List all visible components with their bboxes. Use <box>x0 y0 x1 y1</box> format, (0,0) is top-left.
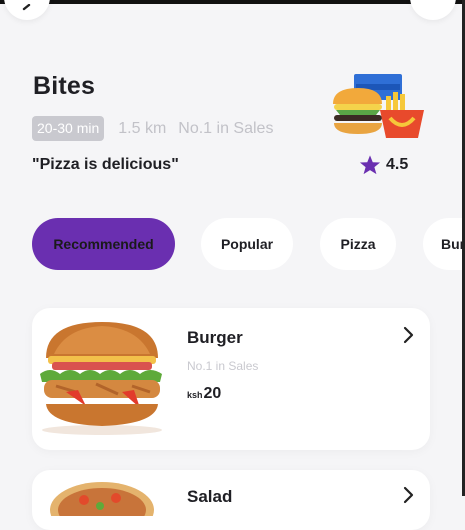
restaurant-name: Bites <box>33 72 96 100</box>
sales-rank-label: No.1 in Sales <box>178 119 274 137</box>
rating: 4.5 <box>359 154 408 176</box>
salad-image <box>50 482 154 516</box>
restaurant-quote: "Pizza is delicious" <box>32 156 179 173</box>
fast-food-logo <box>333 74 424 138</box>
item-price: ksh 20 <box>187 385 221 403</box>
item-name: Burger <box>187 328 243 347</box>
tab-burger[interactable]: Bur <box>423 218 465 270</box>
top-border <box>0 0 465 4</box>
star-icon <box>359 155 381 175</box>
delivery-time-badge: 20-30 min <box>32 116 105 141</box>
item-subtitle: No.1 in Sales <box>187 359 259 373</box>
item-name: Salad <box>187 487 233 506</box>
category-tabs: Recommended Popular Pizza Bur <box>32 218 465 274</box>
tab-recommended[interactable]: Recommended <box>32 218 175 270</box>
menu-item-card[interactable]: Burger No.1 in Sales ksh 20 <box>32 308 430 450</box>
chevron-right-icon[interactable] <box>402 326 414 344</box>
burger-image <box>40 322 162 435</box>
restaurant-meta: 20-30 min 1.5 km No.1 in Sales <box>32 116 273 141</box>
chevron-right-icon[interactable] <box>402 486 414 504</box>
rating-value: 4.5 <box>386 156 409 173</box>
share-icon <box>426 4 440 14</box>
chevron-left-icon <box>22 4 31 11</box>
currency-label: ksh <box>187 390 203 400</box>
tab-pizza[interactable]: Pizza <box>320 218 396 270</box>
share-button[interactable] <box>410 0 456 20</box>
menu-item-card[interactable]: Salad <box>32 470 430 530</box>
back-button[interactable] <box>4 0 50 20</box>
tab-popular[interactable]: Popular <box>201 218 293 270</box>
distance-label: 1.5 km <box>118 119 167 137</box>
price-amount: 20 <box>203 385 222 402</box>
